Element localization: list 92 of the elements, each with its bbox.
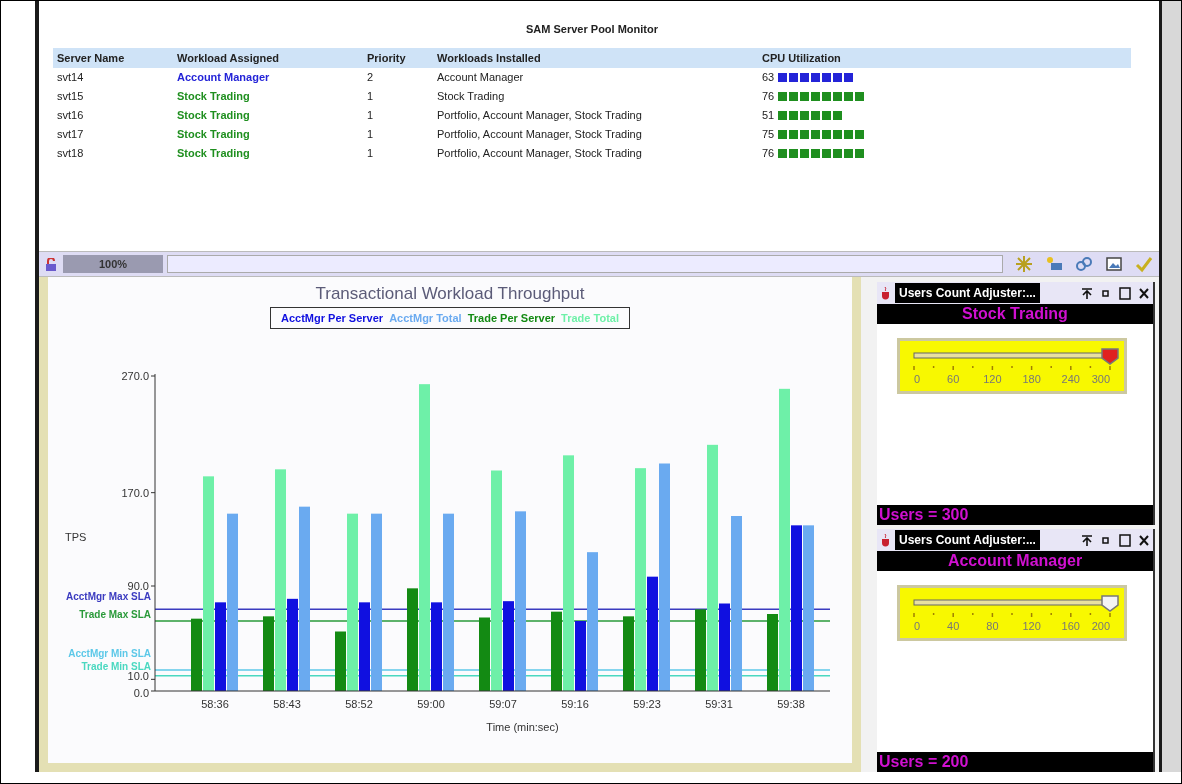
cpu-value: 51 <box>762 108 775 124</box>
picture-frame-icon[interactable] <box>1105 255 1123 273</box>
x-tick-label: 59:31 <box>705 698 733 710</box>
tick-label: 300 <box>1091 373 1110 385</box>
legend-item: Trade Total <box>561 310 619 326</box>
maximize-icon[interactable] <box>1119 533 1131 547</box>
tick-label: 200 <box>1091 620 1110 632</box>
table-cell: Account Manager <box>173 68 363 87</box>
table-cell-text: Portfolio, Account Manager, Stock Trading <box>436 108 643 124</box>
slider-thumb[interactable] <box>1101 348 1119 365</box>
tick-label: 180 <box>1022 373 1041 385</box>
y-tick-label: 10.0 <box>127 670 149 683</box>
slider-thumb[interactable] <box>1101 595 1119 612</box>
table-cell-text: Stock Trading <box>176 127 251 143</box>
tick-label: 60 <box>947 373 960 385</box>
table-cell: Account Manager <box>433 68 758 87</box>
x-tick-label: 59:23 <box>633 698 661 710</box>
table-cell-text: svt15 <box>56 89 85 105</box>
legend-item: Trade Per Server <box>467 310 556 326</box>
table-cell-text: Stock Trading <box>176 108 251 124</box>
x-tick-label: 59:16 <box>561 698 589 710</box>
column-header: Workloads Installed <box>433 47 758 68</box>
table-cell-text: svt16 <box>56 108 85 124</box>
pin-icon[interactable] <box>1081 533 1093 547</box>
legend-item: AcctMgr Total <box>389 310 462 326</box>
column-header: Workload Assigned <box>173 47 363 68</box>
table-cell-text: Portfolio, Account Manager, Stock Trading <box>436 127 643 143</box>
address-field[interactable] <box>167 255 1003 273</box>
cpu-value: 63 <box>762 70 775 86</box>
chart-title: Transactional Workload Throughput <box>315 283 585 305</box>
threshold-label: Trade Max SLA <box>79 609 151 620</box>
table-cell-text: 1 <box>366 146 375 162</box>
legend-item: AcctMgr Per Server <box>281 310 384 326</box>
window-title: Users Count Adjuster:... <box>895 530 1040 550</box>
cpu-value: 75 <box>762 127 775 143</box>
table-cell-text: Portfolio, Account Manager, Stock Trading <box>436 146 643 162</box>
y-tick-label: 0.0 <box>133 687 149 699</box>
column-header: Server Name <box>53 47 173 68</box>
maximize-icon[interactable] <box>1119 286 1131 300</box>
lock-icon[interactable] <box>45 255 59 273</box>
table-cell-text: svt17 <box>56 127 85 143</box>
tick-label: 240 <box>1061 373 1080 385</box>
tick-label: 0 <box>914 373 921 385</box>
checkmark-icon[interactable] <box>1135 255 1153 273</box>
threshold-label: AcctMgr Min SLA <box>68 648 151 659</box>
table-cell: 2 <box>363 68 433 87</box>
cup-icon <box>880 286 892 300</box>
table-cell-text: 1 <box>366 108 375 124</box>
cup-icon <box>880 533 892 547</box>
tick-label: 160 <box>1061 620 1080 632</box>
tick-label: 80 <box>986 620 999 632</box>
table-cell-text: Stock Trading <box>436 89 506 105</box>
tick-label: 40 <box>947 620 960 632</box>
y-tick-label: 270.0 <box>121 370 149 382</box>
y-tick-label: 170.0 <box>121 486 149 499</box>
x-tick-label: 59:38 <box>777 698 805 710</box>
y-tick-label: 90.0 <box>127 580 149 592</box>
y-axis-label: TPS <box>65 531 87 543</box>
x-axis-label: Time (min:sec) <box>486 721 559 733</box>
monitor-title: SAM Server Pool Monitor <box>525 22 659 37</box>
x-tick-label: 58:36 <box>201 698 229 710</box>
x-tick-label: 58:52 <box>345 698 373 710</box>
table-cell: svt14 <box>53 68 173 87</box>
table-cell-text: svt18 <box>56 146 85 162</box>
users-slider[interactable]: 0 40 80 120 160 200 <box>897 585 1127 641</box>
x-tick-label: 59:00 <box>417 698 445 710</box>
table-cell-text: Stock Trading <box>176 146 251 162</box>
users-count: Users = 300 <box>877 505 1153 525</box>
tick-label: 120 <box>1022 620 1041 632</box>
cpu-value: 76 <box>762 89 775 105</box>
column-header: Priority <box>363 47 433 68</box>
table-cell-text: 1 <box>366 127 375 143</box>
window-title: Users Count Adjuster:... <box>895 283 1040 303</box>
link-icon[interactable] <box>1075 255 1093 273</box>
workload-heading: Stock Trading <box>877 304 1153 324</box>
users-slider[interactable]: 0 60 120 180 240 300 <box>897 338 1127 394</box>
table-cell-text: 1 <box>366 89 375 105</box>
threshold-label: Trade Min SLA <box>81 660 151 672</box>
zoom-level[interactable]: 100% <box>63 255 163 273</box>
tick-label: 120 <box>983 373 1002 385</box>
threshold-label: AcctMgr Max SLA <box>66 591 151 603</box>
tick-label: 0 <box>914 620 921 632</box>
x-tick-label: 59:07 <box>489 698 517 710</box>
users-count: Users = 200 <box>877 752 1153 772</box>
close-icon[interactable] <box>1138 286 1150 300</box>
workload-heading: Account Manager <box>877 551 1153 571</box>
cpu-value: 76 <box>762 146 775 162</box>
close-icon[interactable] <box>1138 533 1150 547</box>
table-cell-text: Stock Trading <box>176 89 251 105</box>
x-tick-label: 58:43 <box>273 698 301 710</box>
column-header: CPU Utilization <box>758 47 1131 68</box>
pin-icon[interactable] <box>1081 286 1093 300</box>
